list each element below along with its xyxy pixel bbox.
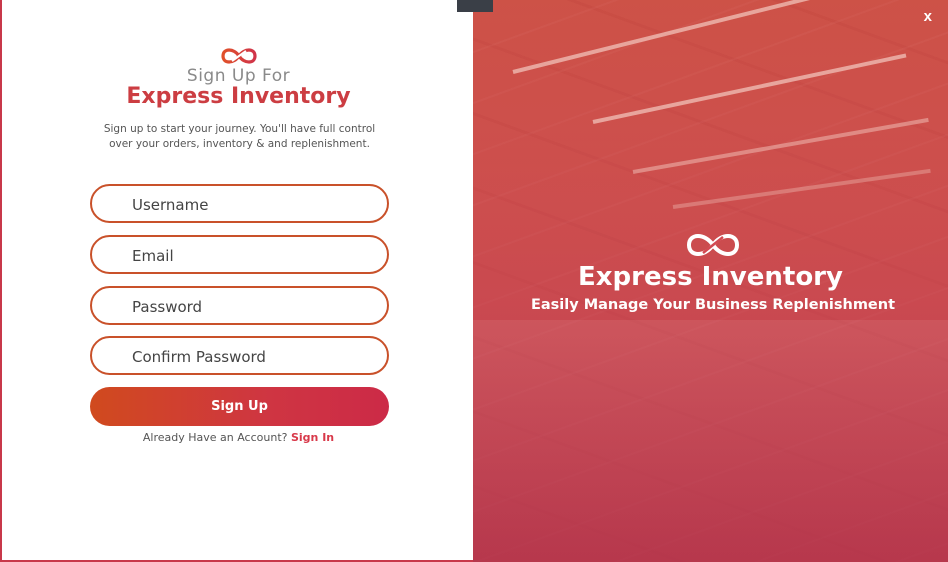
warehouse-floor	[473, 320, 948, 562]
signup-brand-title: Express Inventory	[126, 84, 351, 109]
ceiling-light	[632, 117, 929, 174]
username-input[interactable]	[130, 186, 374, 223]
ceiling-light	[512, 0, 863, 74]
confirm-password-field[interactable]	[90, 336, 389, 375]
ceiling-light	[592, 53, 907, 124]
hero-title: Express Inventory	[578, 262, 843, 292]
sign-up-button[interactable]: Sign Up	[90, 387, 389, 426]
email-field[interactable]	[90, 235, 389, 274]
username-field[interactable]	[90, 184, 389, 223]
signup-panel: Sign Up For Express Inventory Sign up to…	[0, 0, 473, 562]
password-field[interactable]	[90, 286, 389, 325]
infinity-logo-icon	[686, 234, 740, 256]
infinity-logo-icon	[221, 48, 257, 64]
signup-window: Sign Up For Express Inventory Sign up to…	[0, 0, 948, 562]
already-have-account: Already Have an Account? Sign In	[2, 431, 475, 444]
signup-description: Sign up to start your journey. You'll ha…	[103, 123, 376, 150]
confirm-password-input[interactable]	[130, 338, 374, 375]
already-have-account-text: Already Have an Account?	[142, 431, 288, 444]
ceiling-light	[672, 168, 931, 209]
sign-in-link[interactable]: Sign In	[291, 431, 334, 444]
password-input[interactable]	[130, 288, 374, 325]
hero-tagline: Easily Manage Your Business Replenishmen…	[530, 297, 896, 313]
window-tab	[457, 0, 493, 12]
email-input[interactable]	[130, 237, 374, 274]
signup-subtitle: Sign Up For	[186, 66, 291, 86]
close-icon[interactable]: x	[924, 8, 932, 25]
